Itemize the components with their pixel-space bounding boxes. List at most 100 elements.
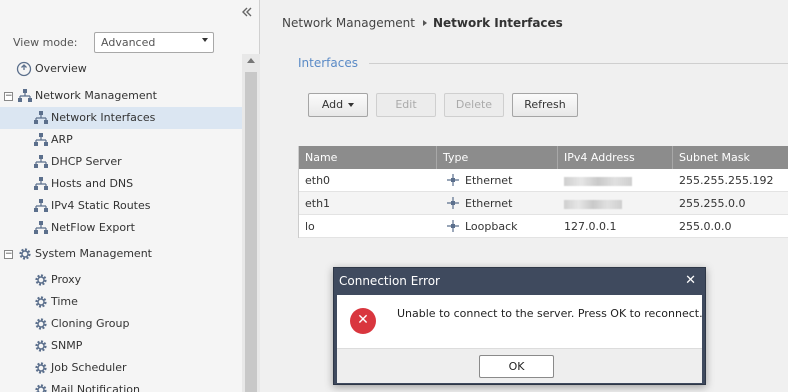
view-mode: View mode: Advanced	[12, 30, 242, 54]
loopback-icon	[447, 220, 459, 232]
section-title: Interfaces	[298, 56, 358, 70]
view-mode-label: View mode:	[13, 36, 78, 49]
gear-icon	[33, 382, 49, 392]
sidebar-item-snmp[interactable]: SNMP	[0, 335, 242, 357]
breadcrumb-parent[interactable]: Network Management	[282, 16, 415, 30]
sidebar-item-hosts-and-dns[interactable]: Hosts and DNS	[0, 173, 242, 195]
cell-name: eth0	[305, 174, 331, 187]
sidebar-item-label: IPv4 Static Routes	[51, 199, 151, 212]
sidebar-item-time[interactable]: Time	[0, 291, 242, 313]
sidebar-item-job-scheduler[interactable]: Job Scheduler	[0, 357, 242, 379]
ok-button[interactable]: OK	[479, 355, 554, 378]
sidebar-item-label: Proxy	[51, 273, 82, 286]
sidebar: View mode: Advanced Overview − Network M…	[0, 0, 260, 392]
table-row[interactable]: eth0 Ethernet 255.255.255.192	[299, 169, 788, 192]
add-button-label: Add	[321, 98, 344, 111]
sidebar-scrollbar[interactable]	[242, 54, 260, 392]
scroll-up-arrow-icon[interactable]	[247, 58, 255, 63]
redacted-ip	[564, 176, 632, 186]
sidebar-item-label: ARP	[51, 133, 73, 146]
sidebar-item-label: DHCP Server	[51, 155, 122, 168]
sidebar-item-label: Network Interfaces	[51, 111, 156, 124]
sidebar-item-label: System Management	[35, 247, 152, 260]
view-mode-select[interactable]: Advanced	[94, 32, 214, 53]
network-icon	[33, 198, 49, 214]
section-divider	[369, 63, 788, 64]
network-icon	[33, 154, 49, 170]
scroll-thumb[interactable]	[245, 72, 257, 392]
chevron-down-icon	[348, 103, 355, 107]
sidebar-item-netflow-export[interactable]: NetFlow Export	[0, 217, 242, 239]
dialog-title: Connection Error	[339, 274, 440, 288]
sidebar-item-system-management[interactable]: − System Management	[0, 243, 242, 265]
sidebar-item-proxy[interactable]: Proxy	[0, 269, 242, 291]
breadcrumb-current: Network Interfaces	[432, 16, 563, 30]
cell-name: eth1	[305, 197, 331, 210]
cell-type: Ethernet	[465, 197, 513, 210]
gear-icon	[33, 316, 49, 332]
redacted-ip	[564, 199, 622, 209]
overview-icon	[16, 61, 32, 77]
table-row[interactable]: lo Loopback 127.0.0.1 255.0.0.0	[299, 215, 788, 238]
cell-ipv4	[558, 192, 622, 215]
network-icon	[33, 132, 49, 148]
column-header-ipv4[interactable]: IPv4 Address	[558, 146, 673, 169]
sidebar-item-ipv4-static-routes[interactable]: IPv4 Static Routes	[0, 195, 242, 217]
cell-subnet-mask: 255.255.0.0	[679, 197, 746, 210]
collapse-icon[interactable]: −	[4, 92, 13, 101]
cell-name: lo	[305, 220, 315, 233]
sidebar-item-label: Mail Notification	[51, 383, 140, 392]
gear-icon	[17, 246, 33, 262]
sidebar-item-arp[interactable]: ARP	[0, 129, 242, 151]
sidebar-item-label: NetFlow Export	[51, 221, 135, 234]
column-header-type[interactable]: Type	[437, 146, 558, 169]
chevron-right-icon	[422, 20, 427, 26]
dialog-message: Unable to connect to the server. Press O…	[397, 307, 703, 320]
column-header-name[interactable]: Name	[299, 146, 437, 169]
sidebar-item-label: Network Management	[35, 89, 157, 102]
network-icon	[17, 88, 33, 104]
sidebar-item-label: Hosts and DNS	[51, 177, 134, 190]
gear-icon	[33, 338, 49, 354]
sidebar-item-label: Job Scheduler	[51, 361, 127, 374]
cell-ipv4: 127.0.0.1	[564, 220, 617, 233]
sidebar-item-label: Cloning Group	[51, 317, 130, 330]
close-icon[interactable]: ✕	[685, 273, 696, 288]
ethernet-icon	[447, 174, 459, 186]
refresh-button[interactable]: Refresh	[512, 93, 578, 117]
sidebar-item-overview[interactable]: Overview	[0, 58, 242, 80]
network-icon	[33, 176, 49, 192]
column-header-subnet-mask[interactable]: Subnet Mask	[673, 146, 788, 169]
sidebar-item-cloning-group[interactable]: Cloning Group	[0, 313, 242, 335]
dialog-body: ✕ Unable to connect to the server. Press…	[337, 295, 703, 383]
dialog-footer: OK	[337, 348, 702, 383]
delete-button[interactable]: Delete	[444, 93, 504, 117]
network-icon	[33, 110, 49, 126]
sidebar-item-network-management[interactable]: − Network Management	[0, 85, 242, 107]
gear-icon	[33, 294, 49, 310]
cell-subnet-mask: 255.255.255.192	[679, 174, 774, 187]
double-chevron-left-icon[interactable]	[240, 7, 254, 21]
cell-type: Loopback	[465, 220, 518, 233]
gear-icon	[33, 360, 49, 376]
edit-button[interactable]: Edit	[376, 93, 436, 117]
add-button[interactable]: Add	[308, 93, 368, 117]
gear-icon	[33, 272, 49, 288]
sidebar-item-network-interfaces[interactable]: Network Interfaces	[0, 107, 242, 129]
refresh-button-label: Refresh	[524, 98, 566, 111]
delete-button-label: Delete	[455, 98, 493, 111]
sidebar-item-mail-notification[interactable]: Mail Notification	[0, 379, 242, 392]
view-mode-value: Advanced	[101, 36, 156, 49]
navigation-tree: Overview − Network Management Network In…	[0, 58, 242, 392]
table-row[interactable]: eth1 Ethernet 255.255.0.0	[299, 192, 788, 215]
sidebar-item-dhcp-server[interactable]: DHCP Server	[0, 151, 242, 173]
error-icon: ✕	[350, 308, 376, 334]
cell-subnet-mask: 255.0.0.0	[679, 220, 732, 233]
sidebar-item-label: SNMP	[51, 339, 83, 352]
connection-error-dialog: Connection Error ✕ ✕ Unable to connect t…	[333, 267, 706, 385]
breadcrumb: Network Management Network Interfaces	[282, 16, 563, 30]
network-icon	[33, 220, 49, 236]
sidebar-item-label: Time	[51, 295, 78, 308]
collapse-icon[interactable]: −	[4, 250, 13, 259]
table-header: Name Type IPv4 Address Subnet Mask	[299, 146, 788, 169]
